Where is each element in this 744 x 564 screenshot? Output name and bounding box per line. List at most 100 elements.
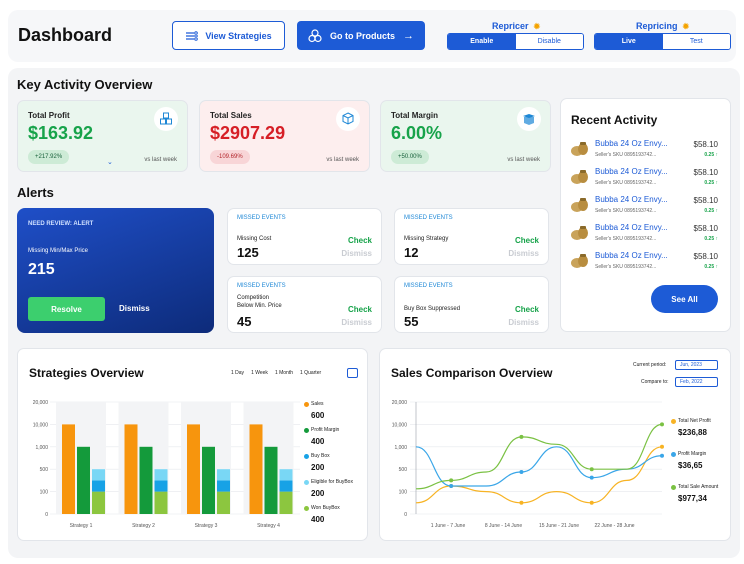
bar-stack-buy-box[interactable]	[279, 480, 293, 492]
product-name-link[interactable]: Bubba 24 Oz Envy...	[595, 223, 668, 232]
line-total-net-profit[interactable]	[415, 446, 663, 504]
check-button[interactable]: Check	[515, 236, 539, 245]
data-point[interactable]	[660, 444, 664, 449]
compare-period-select[interactable]: Feb, 2022	[675, 377, 718, 387]
bar-stack-eligible-for-buybox[interactable]	[279, 469, 293, 481]
alert-value: 215	[28, 261, 55, 278]
check-button[interactable]: Check	[348, 305, 372, 314]
view-strategies-button[interactable]: View Strategies	[172, 21, 285, 50]
data-point[interactable]	[519, 434, 524, 439]
current-period-select[interactable]: Jun, 2023	[675, 360, 718, 370]
recent-activity-item[interactable]: Bubba 24 Oz Envy... Seller's SKU 08951937…	[570, 223, 718, 245]
event-label: Buy Box Suppressed	[404, 306, 461, 312]
product-name-link[interactable]: Bubba 24 Oz Envy...	[595, 251, 668, 260]
dismiss-button[interactable]: Dismiss	[508, 249, 539, 258]
bar-stack-eligible-for-buybox[interactable]	[92, 469, 105, 481]
chevron-down-icon[interactable]: ⌄	[107, 158, 113, 166]
data-point[interactable]	[519, 500, 524, 505]
product-name-link[interactable]: Bubba 24 Oz Envy...	[595, 139, 668, 148]
bar-profit-margin[interactable]	[139, 446, 153, 514]
data-point[interactable]	[589, 475, 594, 480]
event-value: 55	[404, 314, 419, 329]
data-point[interactable]	[589, 500, 594, 505]
y-tick-label: 1,000	[35, 445, 48, 451]
bar-stack-won-buybox[interactable]	[92, 491, 105, 514]
range-1-quarter[interactable]: 1 Quarter	[300, 370, 321, 376]
product-thumbnail	[571, 254, 588, 268]
bar-sales[interactable]	[124, 424, 138, 514]
dismiss-button[interactable]: Dismiss	[508, 318, 539, 327]
kpi-total-margin[interactable]: Total Margin 6.00% +50.00% vs last week	[380, 100, 551, 172]
repricer-disable[interactable]: Disable	[515, 34, 583, 49]
dismiss-button[interactable]: Dismiss	[119, 304, 150, 313]
bar-sales[interactable]	[187, 424, 200, 514]
bar-stack-eligible-for-buybox[interactable]	[217, 469, 230, 481]
bar-sales[interactable]	[62, 424, 75, 514]
y-tick-label: 10,000	[33, 422, 49, 428]
kpi-label: Total Sales	[210, 111, 252, 120]
recent-activity-item[interactable]: Bubba 24 Oz Envy... Seller's SKU 08951937…	[570, 251, 718, 273]
bar-stack-won-buybox[interactable]	[154, 491, 168, 514]
event-label: Missing Cost	[237, 236, 272, 242]
bar-stack-buy-box[interactable]	[92, 480, 105, 492]
kpi-value: $163.92	[28, 123, 94, 143]
data-point[interactable]	[589, 467, 594, 472]
repricer-enable[interactable]: Enable	[448, 34, 516, 49]
see-all-button[interactable]: See All	[651, 285, 718, 313]
bar-profit-margin[interactable]	[77, 446, 90, 514]
kpi-total-profit[interactable]: Total Profit $163.92 +217.92% vs last we…	[17, 100, 188, 172]
data-point[interactable]	[449, 478, 454, 483]
range-1-week[interactable]: 1 Week	[251, 370, 268, 376]
price-change: 0.25 ↑	[704, 264, 718, 270]
data-point[interactable]	[660, 422, 664, 427]
dismiss-button[interactable]: Dismiss	[341, 318, 372, 327]
bar-stack-won-buybox[interactable]	[279, 491, 293, 514]
go-to-products-button[interactable]: Go to Products →	[297, 21, 425, 50]
product-name-link[interactable]: Bubba 24 Oz Envy...	[595, 195, 668, 204]
bar-stack-buy-box[interactable]	[217, 480, 230, 492]
recent-activity-card: Recent Activity Bubba 24 Oz Envy... Selle…	[560, 98, 731, 332]
product-price: $58.10	[693, 252, 718, 261]
recent-activity-item[interactable]: Bubba 24 Oz Envy... Seller's SKU 08951937…	[570, 195, 718, 217]
bar-stack-buy-box[interactable]	[154, 480, 168, 492]
y-tick-label: 20,000	[33, 400, 49, 406]
product-sku: Seller's SKU 0895193742...	[595, 208, 657, 214]
kpi-value: $2907.29	[210, 123, 286, 143]
missed-event-card: MISSED EVENTS Buy Box Suppressed 55 Chec…	[394, 276, 549, 333]
check-button[interactable]: Check	[348, 236, 372, 245]
y-tick-label: 500	[399, 467, 408, 473]
calendar-icon[interactable]	[347, 368, 358, 378]
kpi-total-sales[interactable]: Total Sales $2907.29 -109.69% vs last we…	[199, 100, 370, 172]
repricing-live[interactable]: Live	[595, 34, 663, 49]
view-strategies-label: View Strategies	[205, 30, 272, 41]
event-heading: MISSED EVENTS	[404, 215, 453, 221]
bar-profit-margin[interactable]	[202, 446, 215, 514]
repricing-test[interactable]: Test	[662, 34, 730, 49]
arrow-right-icon: →	[403, 29, 414, 42]
legend-value: $236,88	[678, 428, 707, 437]
data-point[interactable]	[519, 470, 524, 474]
bar-profit-margin[interactable]	[264, 446, 278, 514]
recent-activity-item[interactable]: Bubba 24 Oz Envy... Seller's SKU 08951937…	[570, 139, 718, 161]
legend-value: 400	[311, 515, 325, 524]
dismiss-button[interactable]: Dismiss	[341, 249, 372, 258]
alert-label: Missing Min/Max Price	[28, 248, 89, 254]
alerts-title: Alerts	[17, 185, 54, 200]
bar-stack-eligible-for-buybox[interactable]	[154, 469, 168, 481]
product-name-link[interactable]: Bubba 24 Oz Envy...	[595, 167, 668, 176]
product-sku: Seller's SKU 0895193742...	[595, 236, 657, 242]
check-button[interactable]: Check	[515, 305, 539, 314]
data-point[interactable]	[449, 484, 454, 488]
repricing-toggle: Live Test	[594, 33, 731, 50]
line-total-sale-amount[interactable]	[415, 423, 663, 490]
bar-stack-won-buybox[interactable]	[217, 491, 230, 514]
alert-heading: NEED REVIEW: ALERT	[28, 221, 94, 227]
data-point[interactable]	[660, 453, 664, 458]
recent-activity-item[interactable]: Bubba 24 Oz Envy... Seller's SKU 08951937…	[570, 167, 718, 189]
kpi-label: Total Margin	[391, 111, 438, 120]
range-1-day[interactable]: 1 Day	[231, 370, 244, 376]
range-1-month[interactable]: 1 Month	[275, 370, 293, 376]
bar-sales[interactable]	[249, 424, 263, 514]
resolve-button[interactable]: Resolve	[28, 297, 105, 321]
kpi-label: Total Profit	[28, 111, 70, 120]
